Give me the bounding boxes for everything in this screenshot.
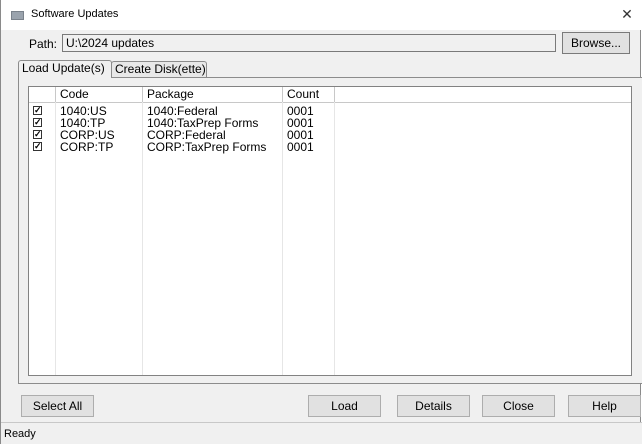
row-count: 0001 [287, 140, 314, 154]
help-label: Help [592, 399, 617, 413]
close-button[interactable]: Close [482, 395, 555, 417]
app-window-icon [11, 11, 24, 20]
software-updates-window: Software Updates ✕ Path: U:\2024 updates… [0, 0, 642, 444]
updates-list[interactable]: Code Package Count ✓ 1040:US 1040:Federa… [28, 86, 632, 376]
row-checkbox[interactable]: ✓ [33, 118, 42, 127]
row-code: CORP:TP [60, 140, 114, 154]
header-package[interactable]: Package [143, 87, 283, 102]
select-all-label: Select All [32, 399, 83, 413]
header-count[interactable]: Count [283, 87, 335, 102]
header-check-column [29, 87, 56, 102]
close-label: Close [503, 399, 534, 413]
status-bar: Ready [1, 422, 642, 444]
tab-create-diskette[interactable]: Create Disk(ette) [111, 61, 207, 77]
row-checkbox[interactable]: ✓ [33, 130, 42, 139]
tab-load-updates-label: Load Update(s) [22, 61, 105, 75]
path-field[interactable]: U:\2024 updates [62, 34, 556, 52]
path-label: Path: [29, 37, 58, 51]
help-button[interactable]: Help [568, 395, 641, 417]
status-text: Ready [4, 428, 36, 440]
browse-button-label: Browse... [570, 36, 621, 50]
details-label: Details [415, 399, 452, 413]
details-button[interactable]: Details [397, 395, 470, 417]
row-checkbox[interactable]: ✓ [33, 142, 42, 151]
list-header: Code Package Count [29, 87, 631, 103]
load-button[interactable]: Load [308, 395, 381, 417]
table-row[interactable]: ✓ CORP:US CORP:Federal 0001 [29, 129, 631, 141]
title-bar: Software Updates ✕ [1, 0, 642, 30]
tab-load-updates[interactable]: Load Update(s) [18, 60, 112, 78]
table-row[interactable]: ✓ 1040:TP 1040:TaxPrep Forms 0001 [29, 117, 631, 129]
row-checkbox[interactable]: ✓ [33, 106, 42, 115]
table-row[interactable]: ✓ 1040:US 1040:Federal 0001 [29, 105, 631, 117]
header-code[interactable]: Code [56, 87, 143, 102]
select-all-button[interactable]: Select All [21, 395, 94, 417]
row-package: CORP:TaxPrep Forms [147, 140, 267, 154]
load-label: Load [331, 399, 358, 413]
tab-create-diskette-label: Create Disk(ette) [115, 62, 206, 76]
window-title: Software Updates [31, 8, 119, 20]
table-row[interactable]: ✓ CORP:TP CORP:TaxPrep Forms 0001 [29, 141, 631, 153]
close-icon[interactable]: ✕ [616, 4, 638, 24]
browse-button[interactable]: Browse... [562, 32, 630, 54]
